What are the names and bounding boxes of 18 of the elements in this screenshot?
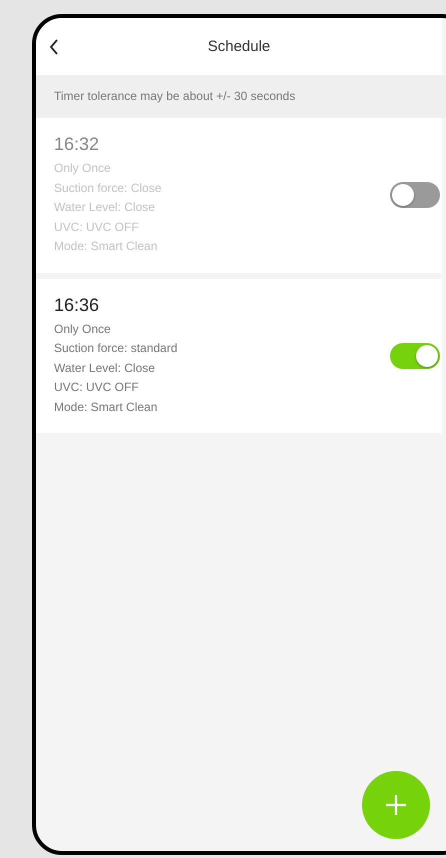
timer-detail: UVC: UVC OFF [54, 218, 140, 236]
timer-detail: Mode: Smart Clean [54, 398, 158, 416]
timer-detail: Mode: Smart Clean [54, 238, 158, 255]
toggle-switch[interactable] [390, 182, 440, 208]
screen-title: Schedule [206, 38, 272, 55]
timer-detail: Suction force: Close [54, 180, 162, 196]
timer-time: 16:32 [54, 134, 100, 155]
plus-icon [385, 794, 407, 816]
timer-time: 16:36 [54, 294, 100, 316]
toggle-switch[interactable] [390, 342, 440, 369]
timer-detail: Only Once [54, 160, 112, 177]
notice-text: Timer tolerance may be about +/- 30 seconds [36, 75, 446, 118]
timer-detail: UVC: UVC OFF [54, 379, 140, 396]
timer-detail: Suction force: standard [54, 340, 178, 357]
timer-detail: Only Once [54, 320, 112, 338]
back-icon[interactable] [49, 38, 59, 54]
timer-detail: Water Level: Close [54, 199, 156, 216]
timer-detail: Water Level: Close [54, 360, 156, 376]
